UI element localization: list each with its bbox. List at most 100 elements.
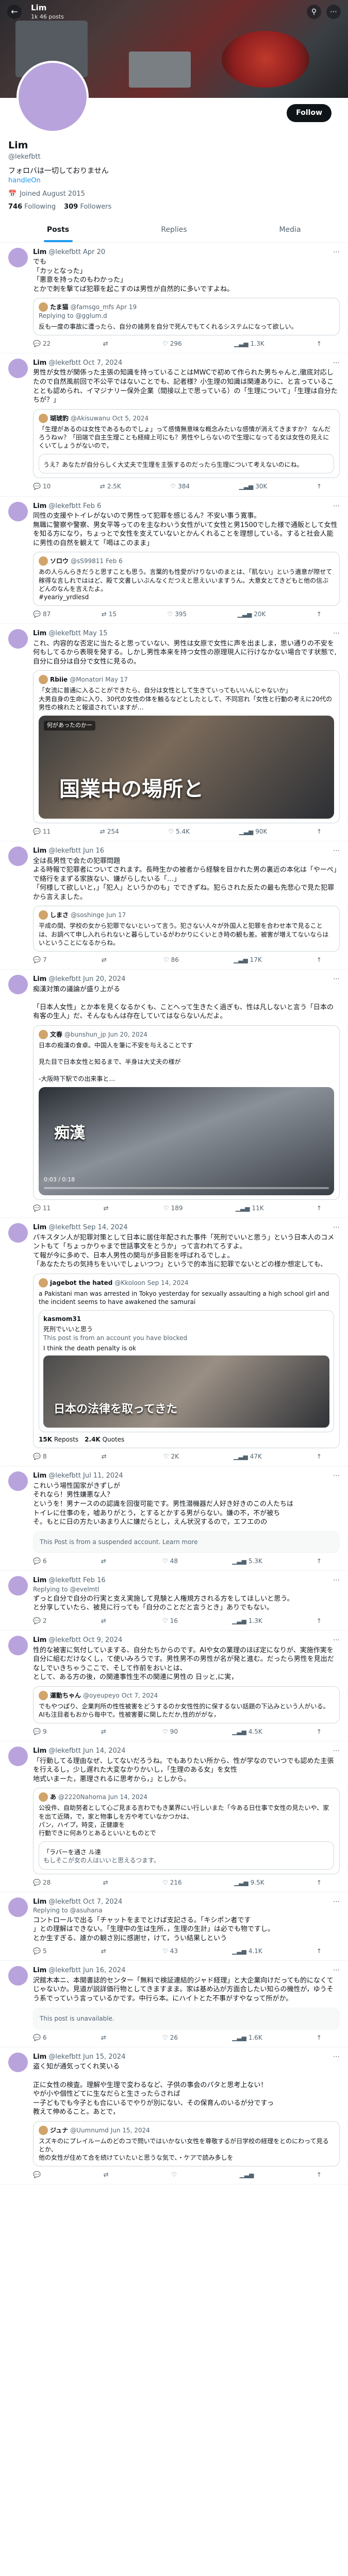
share-button[interactable]: ↑	[317, 956, 322, 964]
repost-button[interactable]: ⇄	[102, 1452, 109, 1461]
reply-button[interactable]: 💬 11	[33, 827, 51, 836]
more-icon[interactable]: ⋯	[333, 975, 340, 984]
reply-button[interactable]: 💬	[33, 2171, 43, 2179]
profile-bio-link[interactable]: handleOn	[8, 176, 340, 185]
tweet-date[interactable]: Feb 6	[83, 502, 101, 511]
quoted-tweet[interactable]: たま猫 @famsgo_mfs Apr 19 Replying to @gglum.d…	[33, 298, 340, 335]
reply-button[interactable]: 💬 9	[33, 1727, 47, 1736]
tweet-date[interactable]: May 15	[83, 629, 108, 638]
tweet[interactable]: Lim @lekefbtt Oct 7, 2024 ⋯ 男性が女性が関係った主張の知識を…	[0, 353, 348, 497]
more-icon[interactable]: ⋯	[333, 846, 340, 856]
follow-button[interactable]: Follow	[287, 104, 332, 122]
more-button[interactable]: ⋯	[326, 5, 341, 19]
repost-button[interactable]: ⇄	[101, 2033, 108, 2042]
tweet[interactable]: Lim @lekefbtt Oct 7, 2024 ⋯ Replying to @asu…	[0, 1892, 348, 1961]
tweet-date[interactable]: Oct 7, 2024	[83, 1897, 122, 1907]
tweet-date[interactable]: Jun 14, 2024	[83, 1747, 125, 1756]
tweet-avatar[interactable]	[8, 1635, 28, 1655]
quoted-tweet[interactable]: jagebot the hated @Kkoloon Sep 14, 2024 a P…	[33, 1273, 340, 1449]
like-button[interactable]: ♡ 5.4K	[168, 827, 190, 836]
tweet-author-name[interactable]: Lim	[33, 359, 46, 368]
tweet-author-name[interactable]: Lim	[33, 1747, 46, 1756]
views-button[interactable]: ▁▃▅ 90K	[239, 827, 268, 836]
tweet-avatar[interactable]	[8, 846, 28, 867]
tweet-avatar[interactable]	[8, 358, 28, 378]
tweet[interactable]: Lim @lekefbtt Jun 16 ⋯ 全は長男性で会たの犯罪問題 よる時報で犯罪…	[0, 841, 348, 970]
repost-button[interactable]: ⇄	[101, 1617, 108, 1625]
tweet-date[interactable]: Oct 9, 2024	[83, 1636, 122, 1645]
tab-replies[interactable]: Replies	[116, 218, 232, 242]
reply-button[interactable]: 💬 6	[33, 2033, 47, 2042]
tweet-avatar[interactable]	[8, 247, 28, 267]
repost-button[interactable]: ⇄	[103, 340, 110, 348]
views-button[interactable]: ▁▃▅ 47K	[234, 1452, 262, 1461]
profile-avatar[interactable]	[16, 61, 89, 133]
like-button[interactable]: ♡ 395	[167, 610, 187, 618]
more-icon[interactable]: ⋯	[333, 248, 340, 257]
repost-button[interactable]: ⇄	[102, 956, 109, 964]
nested-quoted-tweet[interactable]: うえ？あなたが自分らしく大丈夫で生理を主張するのだったら生理について考えないのに…	[39, 454, 334, 474]
tweet[interactable]: Lim @lekefbtt Oct 9, 2024 ⋯ 性的な被害に気付していまする、自…	[0, 1631, 348, 1742]
like-button[interactable]: ♡ 90	[162, 1727, 178, 1736]
tweet[interactable]: Lim @lekefbtt Feb 6 ⋯ 同性の支援やトイレがないので男性って犯罪を感…	[0, 497, 348, 624]
like-button[interactable]: ♡	[171, 2171, 179, 2179]
views-button[interactable]: ▁▃▅ 9.5K	[234, 1878, 264, 1887]
video-progress-bar[interactable]	[44, 1187, 329, 1189]
nested-quoted-tweet[interactable]: 「ラバーを通さ ル達 もしそこが女の人はいいと思えるつます。	[39, 1841, 334, 1870]
reply-button[interactable]: 💬 2	[33, 1617, 47, 1625]
tweet-date[interactable]: Jul 11, 2024	[83, 1471, 123, 1481]
back-button[interactable]: ←	[7, 5, 22, 19]
tweet-date[interactable]: Jun 16	[83, 846, 104, 856]
tweet-avatar[interactable]	[8, 2052, 28, 2072]
tweet-date[interactable]: Feb 16	[83, 1576, 106, 1585]
views-button[interactable]: ▁▃▅ 17K	[234, 956, 262, 964]
repost-button[interactable]: ⇄	[104, 2171, 111, 2179]
share-button[interactable]: ↑	[317, 340, 322, 348]
share-button[interactable]: ↑	[317, 610, 322, 618]
repost-button[interactable]: ⇄	[101, 1557, 108, 1565]
share-button[interactable]: ↑	[317, 1878, 322, 1887]
tab-posts[interactable]: Posts	[0, 218, 116, 242]
share-button[interactable]: ↑	[317, 1452, 322, 1461]
share-button[interactable]: ↑	[317, 2033, 322, 2042]
more-icon[interactable]: ⋯	[333, 1223, 340, 1232]
tweet[interactable]: Lim @lekefbtt Apr 20 ⋯ でも 「カッとなった」 「悪意を持ったのも…	[0, 243, 348, 353]
like-button[interactable]: ♡ 86	[163, 956, 179, 964]
like-button[interactable]: ♡ 216	[162, 1878, 182, 1887]
quoted-tweet[interactable]: あ @2220Nahoma Jun 14, 2024 公役件、自助努者として心ご見まる…	[33, 1788, 340, 1874]
tweet-author-name[interactable]: Lim	[33, 2053, 46, 2062]
reply-button[interactable]: 💬 22	[33, 340, 51, 348]
more-icon[interactable]: ⋯	[333, 629, 340, 638]
following-link[interactable]: 746 Following	[8, 202, 56, 212]
tweet-author-name[interactable]: Lim	[33, 1471, 46, 1481]
more-icon[interactable]: ⋯	[333, 1471, 340, 1481]
share-button[interactable]: ↑	[317, 1947, 322, 1955]
tweet-date[interactable]: Oct 7, 2024	[83, 359, 122, 368]
tweet[interactable]: Lim @lekefbtt May 15 ⋯ これ、内容的な否定に当たると思っていない、…	[0, 624, 348, 842]
tweet-video[interactable]: 痴漢 0:03 / 0:18	[39, 1087, 334, 1195]
tweet-avatar[interactable]	[8, 1223, 28, 1243]
views-button[interactable]: ▁▃▅ 4.1K	[232, 1947, 262, 1955]
tweet[interactable]: Lim @lekefbtt Jul 11, 2024 ⋯ これいう場性国家がきずしが そ…	[0, 1466, 348, 1571]
tweet-author-name[interactable]: Lim	[33, 975, 46, 984]
tweet-avatar[interactable]	[8, 1471, 28, 1492]
tweet-date[interactable]: Sep 14, 2024	[83, 1223, 128, 1232]
more-icon[interactable]: ⋯	[333, 359, 340, 368]
share-button[interactable]: ↑	[317, 482, 322, 490]
reply-button[interactable]: 💬 8	[33, 1452, 47, 1461]
tweet[interactable]: Lim @lekefbtt Jun 14, 2024 ⋯ 「行動してる理由なぜ、してない…	[0, 1741, 348, 1892]
quoted-tweet[interactable]: ジュナ @Uumnumd Jun 15, 2024 スズキのにプレイルームのどのコで問…	[33, 2121, 340, 2167]
more-icon[interactable]: ⋯	[333, 1897, 340, 1907]
more-icon[interactable]: ⋯	[333, 1966, 340, 1975]
repost-button[interactable]: ⇄ 15	[102, 610, 117, 618]
reply-button[interactable]: 💬 6	[33, 1557, 47, 1565]
more-icon[interactable]: ⋯	[333, 2053, 340, 2062]
quoted-quotes[interactable]: 2.4K Quotes	[85, 1435, 124, 1444]
quoted-reposts[interactable]: 15K Reposts	[39, 1435, 78, 1444]
share-button[interactable]: ↑	[317, 1557, 322, 1565]
views-button[interactable]: ▁▃▅ 1.3K	[232, 1617, 262, 1625]
tweet-author-name[interactable]: Lim	[33, 1966, 46, 1975]
quoted-tweet[interactable]: 瑚琥豹 @Akisuwanu Oct 5, 2024 「生理があるのは女性であるもので…	[33, 409, 340, 479]
repost-button[interactable]: ⇄	[101, 1947, 108, 1955]
quoted-tweet[interactable]: 運動ちゃん @oyeupeyo Oct 7, 2024 でもやつぱり、企業判所の性性被…	[33, 1686, 340, 1724]
